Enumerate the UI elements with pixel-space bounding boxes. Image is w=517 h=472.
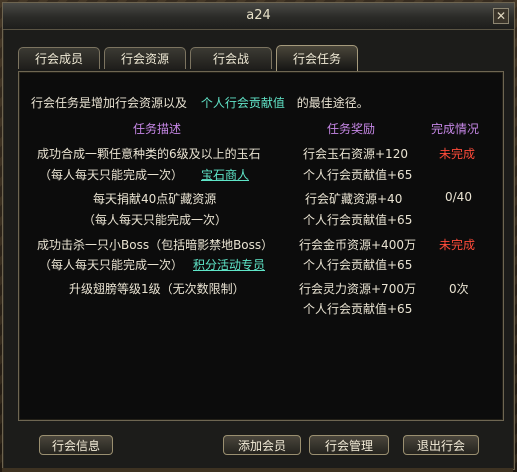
task-3-reward-guild: 行会金币资源+400万 bbox=[299, 238, 416, 252]
task-3-description: 成功击杀一只小Boss（包括暗影禁地Boss） bbox=[37, 238, 274, 252]
task-4-description: 升级翅膀等级1级（无次数限制） bbox=[69, 282, 245, 296]
add-member-button[interactable]: 添加会员 bbox=[223, 435, 301, 455]
guild-info-button[interactable]: 行会信息 bbox=[39, 435, 113, 455]
title-bar[interactable]: a24 ✕ bbox=[3, 3, 514, 30]
task-2-status: 0/40 bbox=[445, 190, 472, 204]
task-1-reward-guild: 行会玉石资源+120 bbox=[303, 147, 408, 161]
guild-manage-button[interactable]: 行会管理 bbox=[309, 435, 389, 455]
task-1-limit: （每人每天只能完成一次） bbox=[39, 168, 184, 182]
leave-guild-button[interactable]: 退出行会 bbox=[403, 435, 479, 455]
task-1-description: 成功合成一颗任意种类的6级及以上的玉石 bbox=[37, 147, 261, 161]
task-1-reward-personal: 个人行会贡献值+65 bbox=[303, 168, 413, 182]
guild-window: a24 ✕ 行会成员 行会资源 行会战 行会任务 行会任务是增加行会资源以及 个… bbox=[2, 2, 515, 470]
close-icon[interactable]: ✕ bbox=[493, 8, 509, 24]
task-2-reward-guild: 行会矿藏资源+40 bbox=[305, 192, 403, 206]
task-2-reward-personal: 个人行会贡献值+65 bbox=[303, 213, 413, 227]
header-task-description: 任务描述 bbox=[133, 122, 182, 136]
task-3-npc-link[interactable]: 积分活动专员 bbox=[193, 256, 265, 273]
task-4-reward-guild: 行会灵力资源+700万 bbox=[299, 282, 416, 296]
task-2-description: 每天捐献40点矿藏资源 bbox=[93, 192, 217, 206]
tab-guild-resources[interactable]: 行会资源 bbox=[104, 47, 186, 69]
tasks-panel: 行会任务是增加行会资源以及 个人行会贡献值 的最佳途径。 任务描述 任务奖励 完… bbox=[18, 71, 504, 421]
tab-guild-war[interactable]: 行会战 bbox=[190, 47, 272, 69]
task-1-status: 未完成 bbox=[439, 147, 476, 161]
window-title: a24 bbox=[246, 8, 271, 23]
task-4-status: 0次 bbox=[449, 282, 469, 296]
intro-line: 行会任务是增加行会资源以及 个人行会贡献值 的最佳途径。 bbox=[31, 94, 369, 111]
task-1-npc-link[interactable]: 宝石商人 bbox=[201, 166, 249, 183]
background-status-strip bbox=[2, 468, 513, 472]
intro-highlight: 个人行会贡献值 bbox=[200, 96, 285, 110]
task-2-limit: （每人每天只能完成一次） bbox=[83, 213, 228, 227]
task-4-reward-personal: 个人行会贡献值+65 bbox=[303, 302, 413, 316]
tab-guild-tasks[interactable]: 行会任务 bbox=[276, 45, 358, 71]
tab-guild-members[interactable]: 行会成员 bbox=[18, 47, 100, 69]
intro-text-before: 行会任务是增加行会资源以及 bbox=[31, 96, 188, 110]
task-3-limit: （每人每天只能完成一次） bbox=[39, 258, 184, 272]
task-3-reward-personal: 个人行会贡献值+65 bbox=[303, 258, 413, 272]
task-3-status: 未完成 bbox=[439, 238, 476, 252]
intro-text-after: 的最佳途径。 bbox=[296, 96, 369, 110]
header-completion: 完成情况 bbox=[431, 122, 480, 136]
header-task-reward: 任务奖励 bbox=[327, 122, 376, 136]
